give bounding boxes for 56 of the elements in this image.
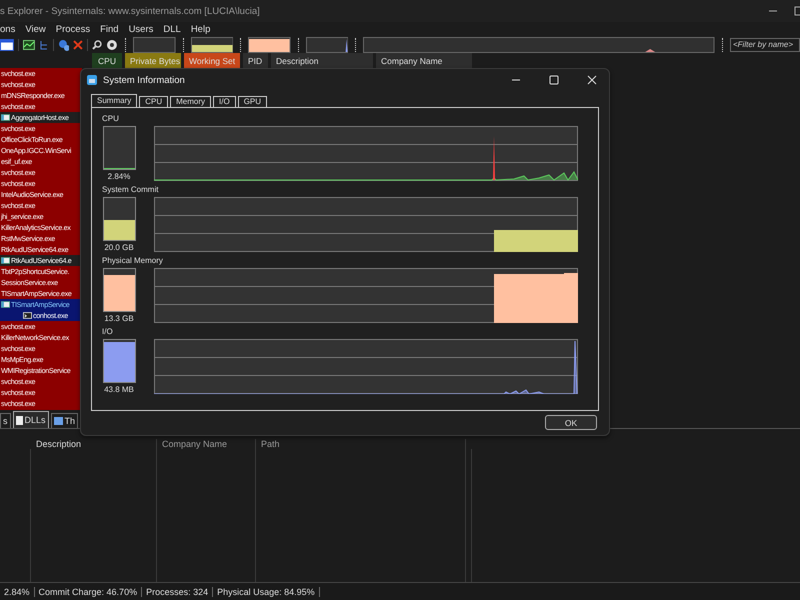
window-icon bbox=[1, 114, 10, 121]
column-header[interactable]: Company Name bbox=[376, 53, 472, 68]
ok-button[interactable]: OK bbox=[545, 415, 597, 430]
window-icon[interactable] bbox=[0, 38, 14, 50]
filter-field[interactable]: <Filter by name> bbox=[730, 38, 800, 52]
menu-item[interactable]: Process bbox=[56, 24, 90, 34]
menu-item[interactable]: Users bbox=[128, 24, 154, 34]
meter-label: Physical Memory bbox=[102, 256, 164, 267]
tab[interactable]: Summary bbox=[91, 94, 138, 107]
tab[interactable]: CPU bbox=[139, 96, 168, 107]
commit-graph[interactable] bbox=[190, 36, 234, 52]
meter-reading: 2.84% bbox=[108, 172, 130, 181]
status-text: Physical Usage: 84.95% bbox=[213, 586, 320, 596]
column-header[interactable]: Description bbox=[31, 439, 157, 449]
meter-reading: 13.3 GB bbox=[104, 314, 134, 323]
status-text: 2.84% bbox=[0, 586, 35, 596]
menu-item[interactable]: View bbox=[25, 24, 46, 34]
menu-item[interactable]: Help bbox=[190, 24, 210, 34]
meter-reading: 43.8 MB bbox=[104, 385, 134, 394]
tab[interactable]: Memory bbox=[170, 96, 212, 107]
column-header[interactable]: CPU bbox=[92, 53, 122, 68]
tab[interactable]: I/O bbox=[213, 96, 236, 107]
gpu-graph[interactable] bbox=[363, 36, 715, 52]
window-icon bbox=[1, 257, 10, 264]
menu-item[interactable]: ons bbox=[0, 24, 16, 34]
search-icon[interactable] bbox=[92, 40, 102, 50]
tab[interactable]: s bbox=[0, 413, 10, 428]
meter-reading: 20.0 GB bbox=[104, 243, 134, 252]
window-title: s Explorer - Sysinternals: www.sysinternals.com [LUCIA\lucia] bbox=[0, 6, 260, 16]
column-header[interactable]: Path bbox=[256, 439, 466, 449]
dialog-title: System Information bbox=[103, 74, 185, 86]
meter-label: System Commit bbox=[102, 185, 160, 196]
document-icon bbox=[16, 416, 22, 424]
window-icon bbox=[1, 301, 10, 308]
memory-graph[interactable] bbox=[248, 36, 291, 52]
column-header[interactable]: Company Name bbox=[157, 439, 256, 449]
menu-item[interactable]: Find bbox=[100, 24, 119, 34]
tab[interactable]: GPU bbox=[238, 96, 268, 107]
app-icon bbox=[87, 75, 97, 85]
column-header[interactable]: Working Set bbox=[184, 53, 240, 68]
window-icon bbox=[54, 417, 63, 425]
menu-item[interactable]: DLL bbox=[163, 24, 181, 34]
tab[interactable]: Th bbox=[50, 413, 78, 428]
console-icon bbox=[23, 312, 32, 319]
chart-icon[interactable] bbox=[22, 40, 35, 50]
column-header[interactable]: PID bbox=[243, 53, 268, 68]
meter-label: CPU bbox=[102, 114, 120, 125]
tree-icon[interactable] bbox=[38, 40, 49, 50]
column-header[interactable]: Description bbox=[271, 53, 373, 68]
status-text: Processes: 324 bbox=[142, 586, 214, 596]
meter-label: I/O bbox=[102, 327, 114, 338]
io-graph[interactable] bbox=[306, 36, 348, 52]
target-icon[interactable] bbox=[106, 38, 118, 50]
tab[interactable]: DLLs bbox=[12, 411, 49, 428]
cpu-graph[interactable] bbox=[133, 36, 176, 52]
status-text: Commit Charge: 46.70% bbox=[34, 586, 142, 596]
